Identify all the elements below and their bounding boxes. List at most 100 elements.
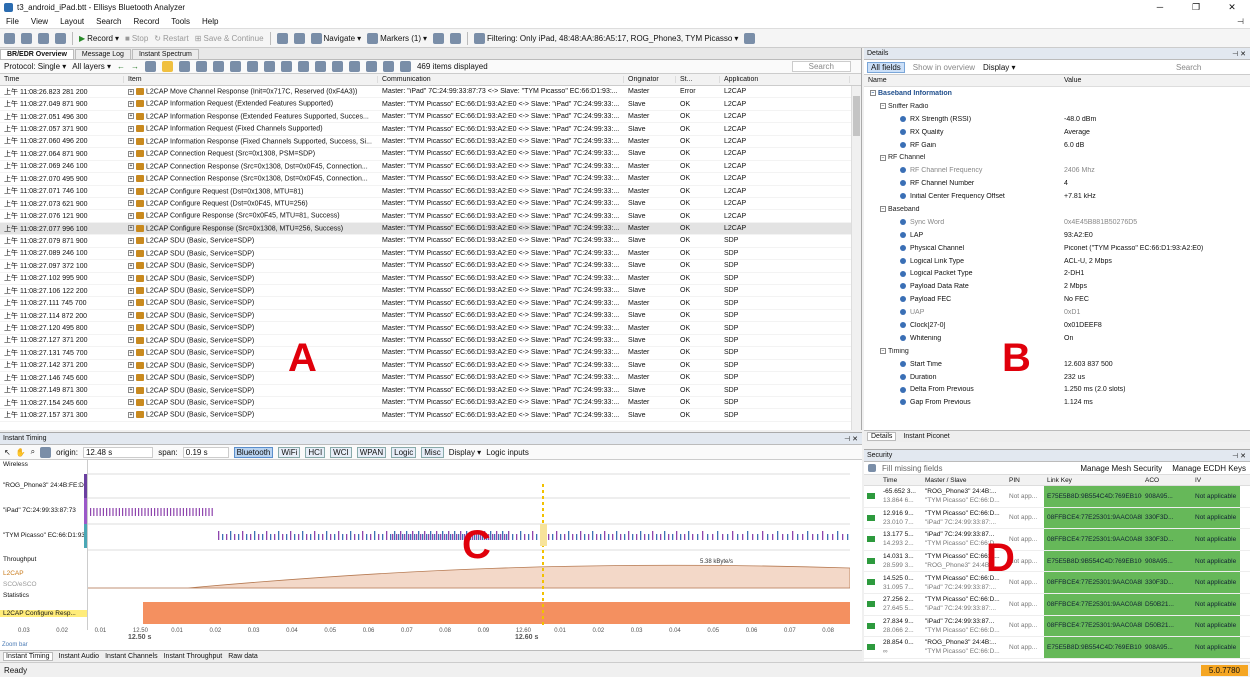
col-aco[interactable]: ACO — [1142, 477, 1192, 484]
table-row[interactable]: 上午 11:08:27.106 122 200 + L2CAP SDU (Basic… — [0, 285, 861, 298]
tab-raw-data[interactable]: Raw data — [228, 653, 258, 660]
detail-row[interactable]: − Sniffer Radio — [864, 100, 1250, 113]
detail-row[interactable]: Sync Word 0x4E45B881B50276D5 — [864, 216, 1250, 229]
expand-icon[interactable]: + — [128, 188, 134, 195]
detail-row[interactable]: Physical Channel Piconet ("TYM Picasso" E… — [864, 242, 1250, 255]
selected-packet[interactable] — [540, 524, 547, 546]
col-name[interactable]: Name — [864, 77, 1064, 84]
table-row[interactable]: 上午 11:08:27.071 746 100 + L2CAP Configure … — [0, 186, 861, 198]
tool-icon[interactable] — [178, 61, 190, 72]
security-row[interactable]: 28.854 0... ∞ "ROG_Phone3" 24:4B:... "TYM P… — [864, 637, 1250, 659]
detail-row[interactable]: − Baseband — [864, 203, 1250, 216]
tool-icon[interactable] — [212, 61, 224, 72]
expand-icon[interactable]: + — [128, 113, 134, 120]
manage-mesh-button[interactable]: Manage Mesh Security — [1080, 464, 1162, 473]
expand-icon[interactable]: + — [128, 349, 134, 356]
detail-row[interactable]: − RF Channel — [864, 151, 1250, 164]
details-search-input[interactable]: Search — [1176, 63, 1246, 72]
logic-toggle[interactable]: Logic — [391, 446, 417, 458]
pin-icon[interactable]: ⊣ ✕ — [1232, 452, 1246, 460]
table-row[interactable]: 上午 11:08:27.079 871 900 + L2CAP SDU (Basic… — [0, 235, 861, 248]
wci-toggle[interactable]: WCI — [330, 446, 352, 458]
table-row[interactable]: 上午 11:08:27.077 996 100 + L2CAP Configure … — [0, 222, 861, 236]
collapse-icon[interactable]: − — [870, 90, 876, 97]
security-row[interactable]: 14.031 3... 28.599 3... "TYM Picasso" EC:6… — [864, 550, 1250, 573]
lane-tym-picasso[interactable]: "TYM Picasso" EC:66:D1:93... — [0, 524, 87, 548]
expand-icon[interactable]: + — [128, 312, 134, 319]
col-value[interactable]: Value — [1064, 77, 1081, 84]
detail-row[interactable]: Payload Data Rate 2 Mbps — [864, 280, 1250, 293]
col-sec-time[interactable]: Time — [880, 477, 922, 484]
expand-icon[interactable]: + — [128, 237, 134, 244]
detail-row[interactable]: UAP 0xD1 — [864, 306, 1250, 319]
lane-l2cap-configure[interactable]: L2CAP Configure Resp... — [0, 610, 87, 617]
col-originator[interactable]: Originator — [624, 76, 676, 83]
menu-view[interactable]: View — [31, 17, 48, 26]
expand-icon[interactable]: + — [128, 88, 134, 95]
detail-row[interactable]: − Timing — [864, 345, 1250, 358]
col-application[interactable]: Application — [720, 76, 850, 83]
expand-icon[interactable]: + — [128, 150, 134, 157]
table-row[interactable]: 上午 11:08:27.070 495 900 + L2CAP Connection… — [0, 173, 861, 186]
table-row[interactable]: 上午 11:08:27.142 371 200 + L2CAP SDU (Basic… — [0, 360, 861, 373]
col-item[interactable]: Item — [124, 76, 378, 83]
display-dropdown[interactable]: Display ▾ — [983, 63, 1015, 72]
marker-icon[interactable] — [40, 446, 52, 458]
scrollbar-thumb[interactable] — [853, 96, 860, 136]
table-row[interactable]: 上午 11:08:27.111 745 700 + L2CAP SDU (Basic… — [0, 297, 861, 310]
detail-row[interactable]: Delta From Previous 1.250 ms (2.0 slots) — [864, 383, 1250, 396]
manage-ecdh-button[interactable]: Manage ECDH Keys — [1172, 464, 1246, 473]
lane-ipad[interactable]: "iPad" 7C:24:99:33:87:73 — [0, 498, 87, 524]
pin-icon[interactable]: ⊣ ✕ — [844, 435, 858, 443]
expand-icon[interactable]: + — [128, 299, 134, 306]
collapse-icon[interactable]: − — [880, 102, 886, 109]
expand-icon[interactable]: + — [128, 399, 134, 406]
expand-icon[interactable]: + — [128, 163, 134, 170]
col-time[interactable]: Time — [0, 76, 124, 83]
minimize-icon[interactable]: ─ — [1142, 2, 1178, 13]
settings-icon[interactable] — [276, 32, 288, 44]
collapse-icon[interactable]: − — [880, 347, 886, 354]
table-row[interactable]: 上午 11:08:27.049 871 900 + L2CAP Informatio… — [0, 98, 861, 111]
expand-icon[interactable]: + — [128, 337, 134, 344]
filter-settings-icon[interactable] — [744, 32, 756, 44]
security-row[interactable]: 27.834 9... 28.066 2... "iPad" 7C:24:99:33… — [864, 615, 1250, 638]
forward-icon[interactable]: → — [131, 62, 139, 71]
pin-icon[interactable]: ⊣ — [1237, 17, 1244, 26]
bookmark-icon[interactable] — [433, 32, 445, 44]
tool-icon[interactable] — [331, 61, 343, 72]
highlight-icon[interactable] — [161, 61, 173, 72]
expand-icon[interactable]: + — [128, 362, 134, 369]
table-row[interactable]: 上午 11:08:27.146 745 600 + L2CAP SDU (Basic… — [0, 372, 861, 385]
expand-icon[interactable]: + — [128, 374, 134, 381]
overview-scrollbar[interactable] — [851, 86, 861, 430]
col-master-slave[interactable]: Master / Slave — [922, 477, 1006, 484]
tab-instant-timing[interactable]: Instant Timing — [3, 652, 53, 661]
zoom-icon[interactable]: ⌕ — [31, 447, 35, 457]
restore-icon[interactable]: ❐ — [1178, 2, 1214, 13]
detail-row[interactable]: RX Quality Average — [864, 126, 1250, 139]
menu-help[interactable]: Help — [202, 17, 218, 26]
security-row[interactable]: 13.177 5... 14.293 2... "iPad" 7C:24:99:33… — [864, 529, 1250, 551]
expand-icon[interactable]: + — [128, 138, 134, 145]
tab-instant-spectrum[interactable]: Instant Spectrum — [131, 49, 199, 59]
expand-icon[interactable]: + — [128, 175, 134, 182]
expand-icon[interactable]: + — [128, 200, 134, 207]
security-row[interactable]: 12.916 9... 23.010 7... "TYM Picasso" EC:6… — [864, 507, 1250, 530]
origin-input[interactable]: 12.48 s — [82, 446, 154, 458]
hci-toggle[interactable]: HCI — [305, 446, 326, 458]
table-row[interactable]: 上午 11:08:26.823 281 200 + L2CAP Move Chann… — [0, 86, 861, 99]
table-row[interactable]: 上午 11:08:27.149 871 300 + L2CAP SDU (Basic… — [0, 385, 861, 397]
tool-icon[interactable] — [297, 61, 309, 72]
detail-row[interactable]: − Baseband Information — [864, 87, 1250, 100]
show-in-overview-button[interactable]: Show in overview — [913, 63, 975, 72]
table-row[interactable]: 上午 11:08:27.157 371 300 + L2CAP SDU (Basic… — [0, 409, 861, 422]
navigate-button[interactable]: Navigate ▾ — [310, 32, 361, 44]
expand-icon[interactable]: + — [128, 125, 134, 132]
collapse-icon[interactable]: − — [880, 206, 886, 213]
table-row[interactable]: 上午 11:08:27.097 372 100 + L2CAP SDU (Basic… — [0, 260, 861, 273]
detail-row[interactable]: RF Channel Frequency 2406 Mhz — [864, 164, 1250, 177]
table-row[interactable]: 上午 11:08:27.089 246 100 + L2CAP SDU (Basic… — [0, 248, 861, 261]
tab-instant-throughput[interactable]: Instant Throughput — [164, 653, 223, 660]
protocol-select[interactable]: Protocol: Single ▾ — [4, 62, 66, 71]
